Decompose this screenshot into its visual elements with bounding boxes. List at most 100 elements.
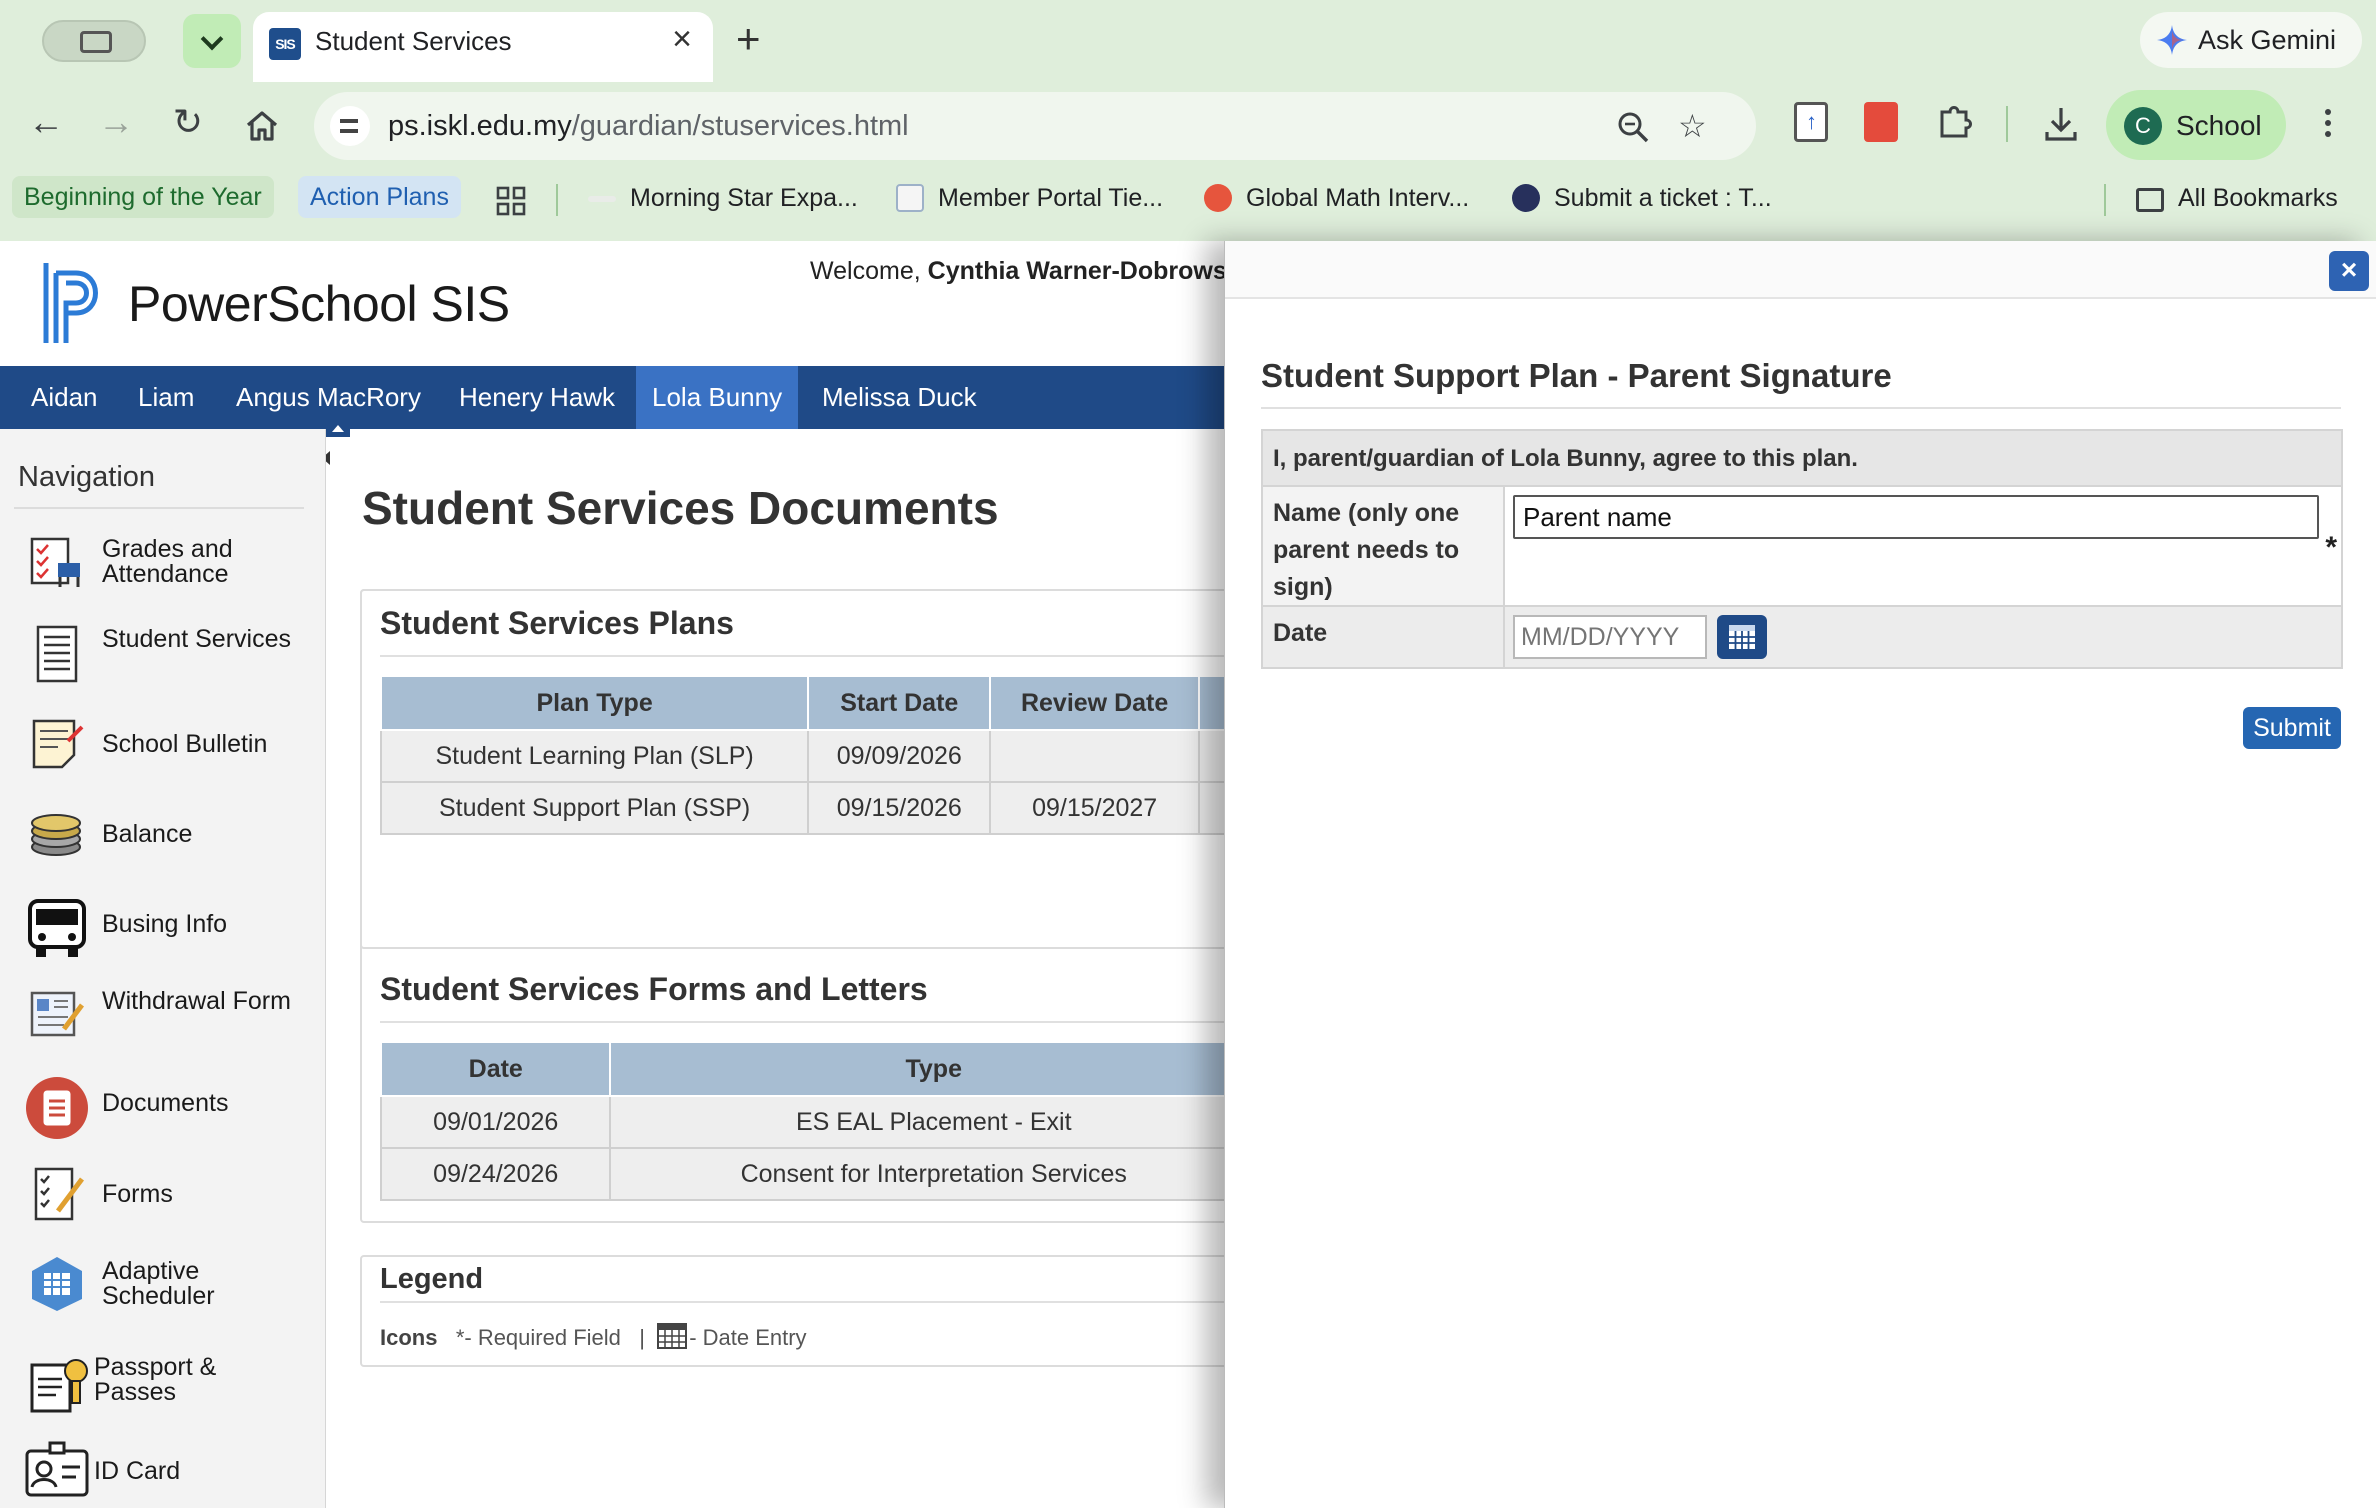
upload-extension-icon[interactable]: ↑ bbox=[1794, 102, 1828, 142]
student-services-icon bbox=[36, 625, 78, 683]
passport-icon bbox=[30, 1359, 88, 1413]
extensions-puzzle-icon[interactable] bbox=[1936, 102, 1974, 142]
navigation-sidebar: Navigation Grades and Attendance Student… bbox=[0, 429, 326, 1508]
bookmark-submit-ticket[interactable]: Submit a ticket : T... bbox=[1512, 184, 1772, 213]
form-type-cell[interactable]: Consent for Interpretation Services bbox=[609, 1147, 1224, 1201]
student-tab-liam[interactable]: Liam bbox=[122, 366, 210, 429]
nav-item-busing-info[interactable]: Busing Info bbox=[0, 885, 326, 965]
page-title: Student Services Documents bbox=[362, 482, 999, 534]
tab-list-chevron-down-icon[interactable] bbox=[183, 14, 241, 68]
table-row[interactable]: 09/01/2026 ES EAL Placement - Exit bbox=[379, 1095, 1224, 1149]
forward-arrow-icon[interactable]: → bbox=[94, 100, 138, 144]
download-icon[interactable] bbox=[2042, 104, 2080, 144]
bookmark-member-portal-label: Member Portal Tie... bbox=[938, 184, 1164, 212]
url-text[interactable]: ps.iskl.edu.my/guardian/stuservices.html bbox=[388, 110, 909, 143]
bookmark-action-plans[interactable]: Action Plans bbox=[298, 176, 461, 218]
col-overflow bbox=[1197, 675, 1224, 731]
collapse-header-icon[interactable] bbox=[326, 421, 350, 437]
home-icon[interactable] bbox=[244, 108, 280, 144]
tab-close-icon[interactable]: × bbox=[665, 22, 699, 58]
plan-type-cell[interactable]: Student Learning Plan (SLP) bbox=[379, 729, 810, 783]
parent-signature-dialog: × Student Support Plan - Parent Signatur… bbox=[1224, 241, 2376, 1508]
navigation-divider bbox=[14, 507, 304, 509]
nav-label-balance: Balance bbox=[102, 820, 193, 848]
nav-label-passport-passes: Passport & Passes bbox=[94, 1353, 217, 1406]
bookmark-member-portal[interactable]: Member Portal Tie... bbox=[896, 184, 1163, 213]
site-info-icon[interactable] bbox=[330, 106, 370, 146]
col-date: Date bbox=[379, 1041, 612, 1097]
back-arrow-icon[interactable]: ← bbox=[24, 100, 68, 144]
url-host: ps.iskl.edu.my bbox=[388, 110, 572, 142]
plan-type-cell[interactable]: Student Support Plan (SSP) bbox=[379, 781, 810, 835]
date-picker-button[interactable] bbox=[1717, 615, 1767, 659]
nav-item-passport-passes[interactable]: Passport & Passes bbox=[0, 1343, 326, 1423]
nav-item-id-card[interactable]: ID Card bbox=[0, 1429, 326, 1508]
overflow-cell bbox=[1197, 781, 1224, 835]
all-bookmarks[interactable]: All Bookmarks bbox=[2136, 184, 2338, 213]
sis-favicon-icon: SIS bbox=[269, 28, 301, 60]
form-date-cell: 09/01/2026 bbox=[379, 1095, 612, 1149]
start-date-cell: 09/15/2026 bbox=[807, 781, 992, 835]
dialog-divider bbox=[1261, 407, 2341, 409]
documents-icon bbox=[26, 1077, 88, 1139]
student-tab-melissa-duck[interactable]: Melissa Duck bbox=[806, 366, 993, 429]
profile-button[interactable]: C School bbox=[2106, 90, 2286, 160]
dialog-close-icon[interactable]: × bbox=[2329, 251, 2369, 291]
bookmark-global-math[interactable]: Global Math Interv... bbox=[1204, 184, 1469, 213]
welcome-user-name: Cynthia Warner-Dobrows bbox=[927, 257, 1224, 285]
all-bookmarks-label: All Bookmarks bbox=[2178, 184, 2338, 212]
nav-item-documents[interactable]: Documents bbox=[0, 1065, 326, 1145]
student-tab-angus-macrory[interactable]: Angus MacRory bbox=[220, 366, 437, 429]
nav-item-school-bulletin[interactable]: School Bulletin bbox=[0, 705, 326, 785]
nav-label-adaptive-scheduler: Adaptive Scheduler bbox=[102, 1257, 215, 1310]
member-portal-favicon-icon bbox=[896, 184, 924, 212]
table-row[interactable]: Student Learning Plan (SLP) 09/09/2026 bbox=[379, 729, 1224, 783]
student-tab-henery-hawk[interactable]: Henery Hawk bbox=[443, 366, 631, 429]
overflow-cell bbox=[1197, 729, 1224, 783]
ask-gemini-button[interactable]: Ask Gemini bbox=[2140, 12, 2362, 68]
table-row[interactable]: Student Support Plan (SSP) 09/15/2026 09… bbox=[379, 781, 1224, 835]
review-date-cell bbox=[989, 729, 1200, 783]
zoom-icon[interactable] bbox=[1616, 110, 1650, 144]
address-bar[interactable]: ps.iskl.edu.my/guardian/stuservices.html… bbox=[314, 92, 1756, 160]
welcome-message: Welcome, Cynthia Warner-Dobrows bbox=[810, 257, 1224, 286]
nav-item-withdrawal-form[interactable]: Withdrawal Form bbox=[0, 975, 326, 1055]
form-type-cell[interactable]: ES EAL Placement - Exit bbox=[609, 1095, 1224, 1149]
forms-title: Student Services Forms and Letters bbox=[380, 971, 928, 1007]
global-math-favicon-icon bbox=[1204, 184, 1232, 212]
submit-button[interactable]: Submit bbox=[2243, 707, 2341, 749]
date-input[interactable] bbox=[1513, 615, 1707, 659]
student-tab-aidan[interactable]: Aidan bbox=[15, 366, 114, 429]
nav-item-grades-attendance[interactable]: Grades and Attendance bbox=[0, 523, 326, 603]
nav-item-forms[interactable]: Forms bbox=[0, 1155, 326, 1235]
plans-table: Plan Type Start Date Review Date Student… bbox=[379, 675, 1224, 835]
powerschool-logo-icon bbox=[43, 263, 98, 343]
bookmark-beginning-of-year[interactable]: Beginning of the Year bbox=[12, 176, 274, 218]
apps-grid-icon[interactable] bbox=[496, 186, 526, 216]
nav-item-adaptive-scheduler[interactable]: Adaptive Scheduler bbox=[0, 1245, 326, 1325]
nav-item-student-services[interactable]: Student Services bbox=[0, 615, 326, 695]
student-tab-lola-bunny[interactable]: Lola Bunny bbox=[636, 366, 799, 429]
student-selector-bar: Aidan Liam Angus MacRory Henery Hawk Lol… bbox=[0, 366, 1224, 429]
plans-section: Student Services Plans Plan Type Start D… bbox=[360, 589, 1224, 1201]
reload-icon[interactable]: ↻ bbox=[166, 100, 210, 144]
table-row[interactable]: 09/24/2026 Consent for Interpretation Se… bbox=[379, 1147, 1224, 1201]
col-review-date: Review Date bbox=[989, 675, 1200, 731]
browser-tab-student-services[interactable]: SIS Student Services × bbox=[253, 12, 713, 82]
nav-label-forms: Forms bbox=[102, 1180, 173, 1208]
tab-search-button[interactable] bbox=[42, 20, 146, 62]
morning-star-favicon-icon bbox=[588, 196, 616, 202]
bookmark-morning-star[interactable]: Morning Star Expa... bbox=[588, 184, 858, 213]
adaptive-scheduler-icon bbox=[32, 1257, 82, 1311]
new-tab-button[interactable]: + bbox=[736, 18, 761, 60]
browser-menu-icon[interactable] bbox=[2318, 104, 2338, 148]
bookmark-star-icon[interactable]: ☆ bbox=[1678, 108, 1707, 144]
todoist-extension-icon[interactable] bbox=[1864, 102, 1898, 142]
legend-text: Icons *- Required Field | - Date Entry bbox=[380, 1323, 807, 1351]
forms-table: Date Type 09/01/2026 ES EAL Placement - … bbox=[379, 1041, 1224, 1201]
review-date-cell: 09/15/2027 bbox=[989, 781, 1200, 835]
welcome-prefix: Welcome, bbox=[810, 257, 928, 285]
parent-name-input[interactable] bbox=[1513, 495, 2319, 539]
nav-item-balance[interactable]: Balance bbox=[0, 795, 326, 875]
grades-attendance-icon bbox=[30, 537, 80, 587]
